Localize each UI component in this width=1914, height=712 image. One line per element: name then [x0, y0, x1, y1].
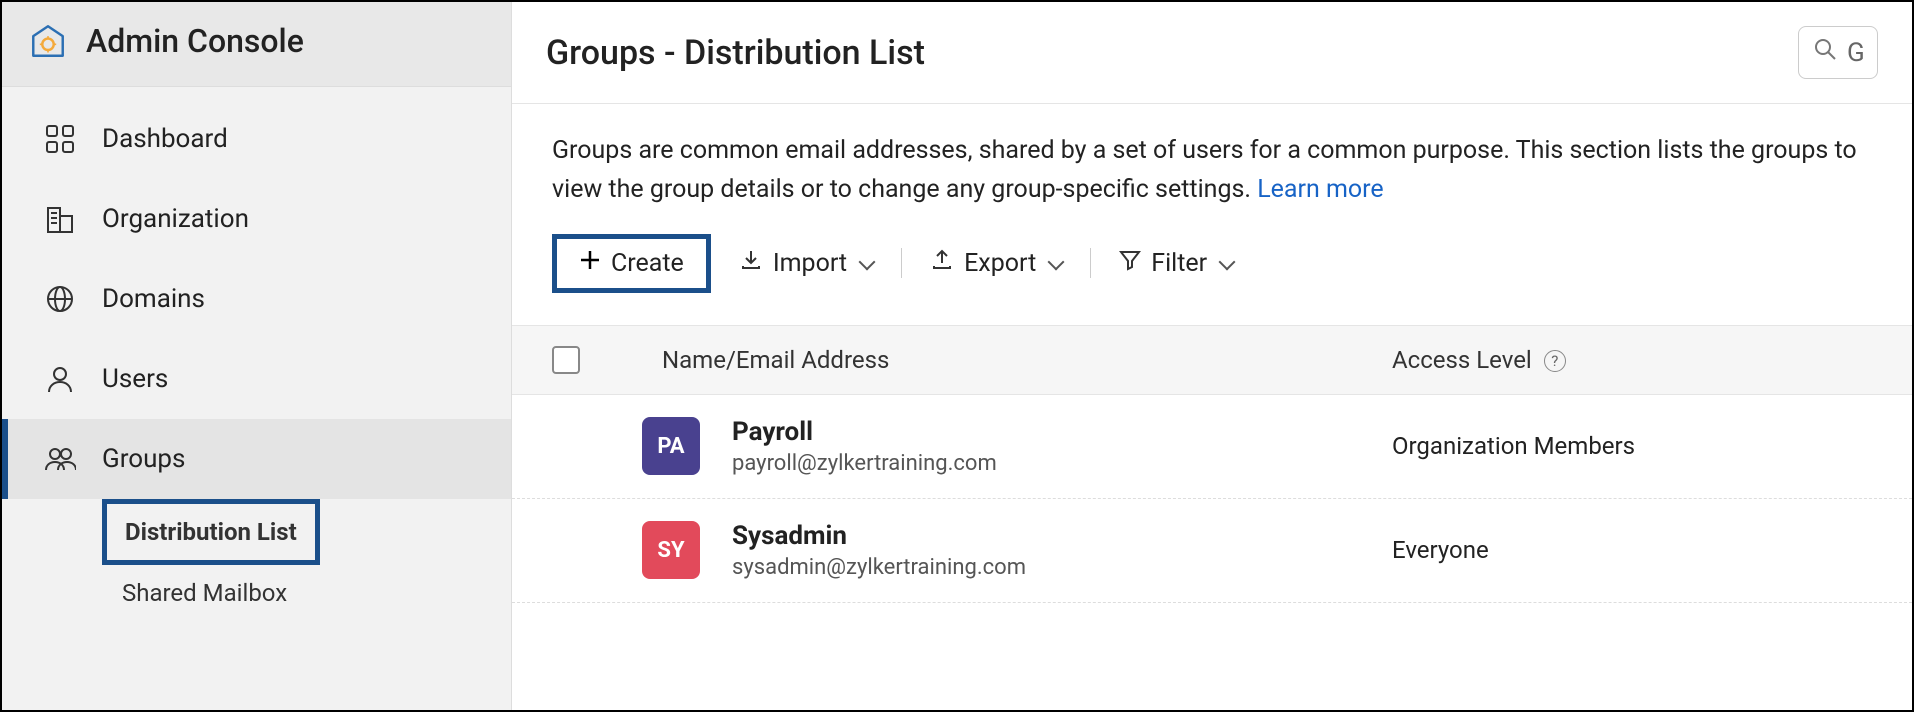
subnav-shared-mailbox[interactable]: Shared Mailbox: [2, 565, 511, 621]
filter-icon: [1119, 249, 1141, 278]
import-button[interactable]: Import: [733, 240, 879, 287]
col-header-access-label: Access Level: [1392, 346, 1532, 374]
sidebar-item-label: Organization: [102, 204, 249, 234]
search-icon: [1813, 37, 1837, 68]
col-header-name[interactable]: Name/Email Address: [642, 346, 1392, 374]
main: Groups - Distribution List G Groups are …: [512, 2, 1912, 710]
avatar: SY: [642, 521, 700, 579]
page-title: Groups - Distribution List: [546, 33, 925, 73]
table-row[interactable]: SY Sysadmin sysadmin@zylkertraining.com …: [512, 499, 1912, 603]
nav: Dashboard Organization: [2, 87, 511, 631]
table-row[interactable]: PA Payroll payroll@zylkertraining.com Or…: [512, 395, 1912, 499]
sidebar-item-label: Dashboard: [102, 124, 228, 154]
separator: [901, 248, 902, 278]
subnav-distribution-list[interactable]: Distribution List: [102, 499, 320, 565]
filter-button[interactable]: Filter: [1113, 241, 1239, 286]
import-icon: [739, 248, 763, 279]
dashboard-icon: [42, 121, 78, 157]
main-header: Groups - Distribution List G: [512, 2, 1912, 104]
users-icon: [42, 441, 78, 477]
building-icon: [42, 201, 78, 237]
sidebar-item-label: Groups: [102, 444, 185, 474]
access-cell: Organization Members: [1392, 432, 1872, 460]
group-email: sysadmin@zylkertraining.com: [732, 555, 1392, 580]
group-name: Payroll: [732, 417, 1392, 447]
learn-more-link[interactable]: Learn more: [1257, 175, 1383, 204]
chevron-down-icon: [857, 249, 873, 278]
description: Groups are common email addresses, share…: [512, 104, 1912, 210]
description-text: Groups are common email addresses, share…: [552, 136, 1857, 204]
sidebar-item-domains[interactable]: Domains: [2, 259, 511, 339]
search-placeholder: G: [1847, 38, 1865, 68]
brand: Admin Console: [2, 2, 511, 87]
select-all-cell: [552, 346, 642, 374]
user-icon: [42, 361, 78, 397]
table-body: PA Payroll payroll@zylkertraining.com Or…: [512, 395, 1912, 603]
separator: [1090, 248, 1091, 278]
globe-icon: [42, 281, 78, 317]
sidebar-item-label: Domains: [102, 284, 205, 314]
sidebar-item-users[interactable]: Users: [2, 339, 511, 419]
name-cell: Sysadmin sysadmin@zylkertraining.com: [700, 521, 1392, 580]
col-header-access[interactable]: Access Level ?: [1392, 346, 1872, 374]
logo-icon: [30, 23, 66, 59]
select-all-checkbox[interactable]: [552, 346, 580, 374]
group-name: Sysadmin: [732, 521, 1392, 551]
sidebar-item-dashboard[interactable]: Dashboard: [2, 99, 511, 179]
sidebar-item-organization[interactable]: Organization: [2, 179, 511, 259]
access-cell: Everyone: [1392, 536, 1872, 564]
table-header: Name/Email Address Access Level ?: [512, 325, 1912, 395]
sidebar-item-label: Users: [102, 364, 168, 394]
toolbar: Create Import Export: [512, 210, 1912, 325]
group-email: payroll@zylkertraining.com: [732, 451, 1392, 476]
name-cell: Payroll payroll@zylkertraining.com: [700, 417, 1392, 476]
avatar: PA: [642, 417, 700, 475]
search-box[interactable]: G: [1798, 26, 1878, 79]
create-button[interactable]: Create: [552, 234, 711, 293]
chevron-down-icon: [1046, 249, 1062, 278]
filter-label: Filter: [1151, 249, 1207, 278]
create-label: Create: [611, 249, 684, 278]
import-label: Import: [773, 249, 847, 278]
export-label: Export: [964, 249, 1036, 278]
chevron-down-icon: [1217, 249, 1233, 278]
sidebar: Admin Console Dashboard: [2, 2, 512, 710]
sidebar-item-groups[interactable]: Groups: [2, 419, 511, 499]
help-icon[interactable]: ?: [1544, 350, 1566, 372]
groups-subnav: Distribution List Shared Mailbox: [2, 499, 511, 631]
brand-title: Admin Console: [86, 22, 304, 60]
export-icon: [930, 248, 954, 279]
export-button[interactable]: Export: [924, 240, 1068, 287]
plus-icon: [579, 249, 601, 278]
